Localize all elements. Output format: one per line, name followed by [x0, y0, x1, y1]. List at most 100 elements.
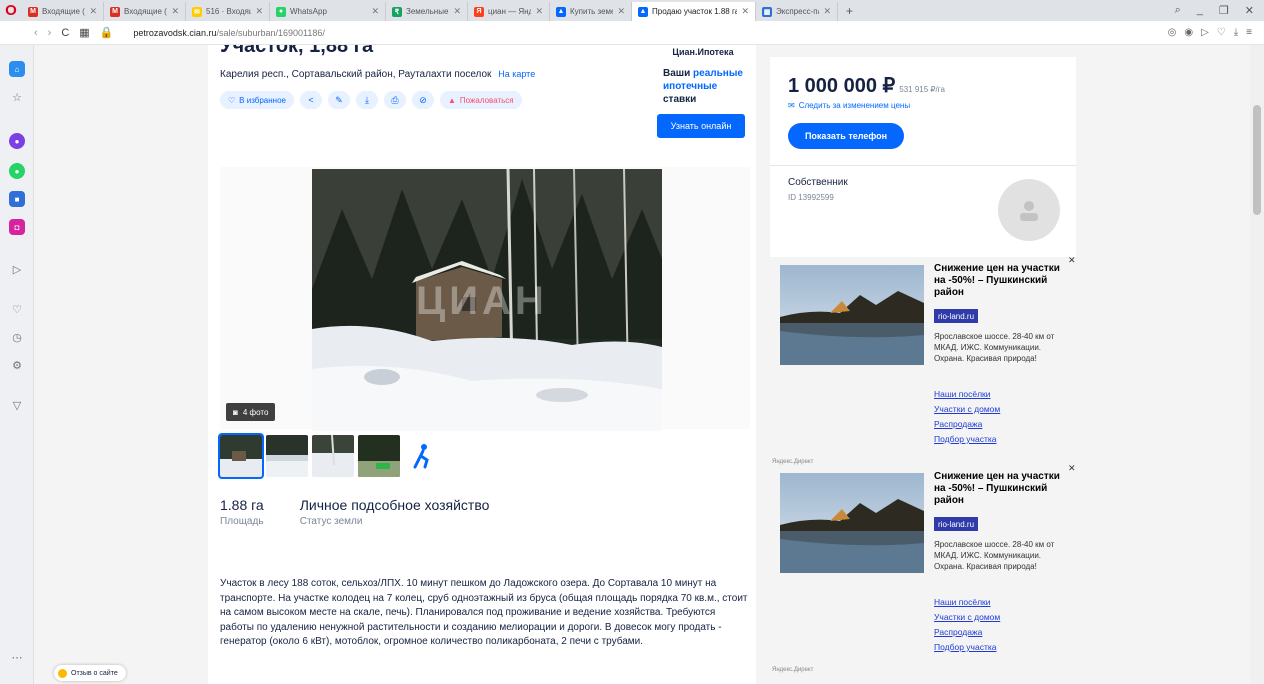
ad-close-icon[interactable]: ✕ [1068, 463, 1076, 474]
messenger-icon[interactable]: ● [9, 133, 25, 149]
report-button[interactable]: ▲ Пожаловаться [440, 91, 522, 109]
url-host: petrozavodsk.cian.ru [133, 27, 217, 38]
ad-text: Ярославское шоссе. 28-40 км от МКАД. ИЖС… [934, 332, 1055, 363]
bookmark-heart-icon[interactable]: ♡ [1217, 27, 1226, 38]
tab-close-icon[interactable]: ✕ [823, 6, 831, 17]
url-field[interactable]: petrozavodsk.cian.ru/sale/suburban/16900… [133, 28, 324, 38]
ad-image[interactable] [780, 265, 924, 365]
address-bar-tools: ◎ ◉ ▷ ♡ ⤓ ≡ [1168, 27, 1264, 38]
tab-close-icon[interactable]: ✕ [89, 6, 97, 17]
downloads-icon[interactable]: ⤓ [1234, 27, 1238, 38]
browser-tab[interactable]: M Входящие (1) - ekspert ✕ [104, 2, 186, 21]
vpn-icon[interactable]: ◉ [1184, 27, 1193, 38]
ad-link[interactable]: Наши посёлки [934, 597, 991, 607]
tab-title: Экспресс-панель [776, 7, 819, 16]
address-bar: ‹ › C ▦ 🔒 petrozavodsk.cian.ru/sale/subu… [0, 21, 1264, 45]
ad-close-icon[interactable]: ✕ [1068, 255, 1076, 266]
tab-close-icon[interactable]: ✕ [255, 6, 263, 17]
ad-link[interactable]: Распродажа [934, 419, 982, 429]
tab-close-icon[interactable]: ✕ [617, 6, 625, 17]
opera-menu-icon[interactable]: O [0, 0, 22, 21]
tab-close-icon[interactable]: ✕ [453, 6, 461, 17]
edit-button[interactable]: ✎ [328, 91, 350, 109]
hide-button[interactable]: ⊘ [412, 91, 434, 109]
maximize-icon[interactable]: ❐ [1219, 4, 1229, 17]
tab-close-icon[interactable]: ✕ [741, 6, 749, 17]
ad-domain[interactable]: rio-land.ru [934, 517, 979, 531]
home-icon[interactable]: ⌂ [9, 61, 25, 77]
reload-icon[interactable]: C [61, 27, 69, 39]
mortgage-logo: Циан.Ипотека [672, 47, 734, 57]
tab-close-icon[interactable]: ✕ [535, 6, 543, 17]
print-button[interactable]: ⎙ [384, 91, 406, 109]
menu-icon[interactable]: ≡ [1246, 27, 1252, 38]
show-phone-button[interactable]: Показать телефон [788, 123, 904, 149]
ad-link[interactable]: Участки с домом [934, 612, 1000, 622]
avatar[interactable] [998, 179, 1060, 241]
vk-icon[interactable]: ■ [9, 191, 25, 207]
ad-title[interactable]: Снижение цен на участки на -50%! – Пушки… [934, 263, 1066, 299]
ad-link[interactable]: Подбор участка [934, 642, 996, 652]
map-link[interactable]: На карте [498, 69, 535, 79]
new-tab-icon[interactable]: + [838, 4, 861, 18]
ad-domain[interactable]: rio-land.ru [934, 309, 979, 323]
browser-tab[interactable]: ▲ Продаю участок 1.88 га ✕ [632, 2, 756, 21]
more-icon[interactable]: ⋯ [9, 649, 25, 665]
tab-close-icon[interactable]: ✕ [371, 6, 379, 17]
camera-icon[interactable]: ◎ [1168, 27, 1177, 38]
photo-count-badge[interactable]: ◙ 4 фото [226, 403, 276, 421]
watch-price-link[interactable]: ✉ Следить за изменением цены [788, 101, 910, 110]
pinboard-icon[interactable]: ▽ [9, 397, 25, 413]
divider [770, 165, 1076, 166]
mortgage-text-1: Ваши [663, 68, 691, 79]
camera-icon: ◙ [233, 407, 238, 417]
tab-favicon: ▲ [638, 6, 648, 17]
feedback-button[interactable]: Отзыв о сайте [54, 665, 126, 681]
settings-icon[interactable]: ⚙ [9, 357, 25, 373]
browser-tab[interactable]: ₹ Земельные участки в ✕ [386, 2, 468, 21]
browser-tab[interactable]: ● WhatsApp ✕ [270, 2, 386, 21]
tab-title: Продаю участок 1.88 га [652, 7, 738, 16]
browser-tab[interactable]: Яциан — Яндекс нашл ✕ [468, 2, 550, 21]
browser-tab[interactable]: M Входящие (893) - dialer ✕ [22, 2, 104, 21]
browser-tab[interactable]: ▦ Экспресс-панель ✕ [756, 2, 838, 21]
thumbnail[interactable] [266, 435, 308, 477]
share-button[interactable]: < [300, 91, 322, 109]
ad-image[interactable] [780, 473, 924, 573]
search-tabs-icon[interactable]: ⌕ [1175, 4, 1181, 17]
player-icon[interactable]: ▷ [9, 261, 25, 277]
ad-link[interactable]: Наши посёлки [934, 389, 991, 399]
panorama-button[interactable] [404, 435, 440, 477]
page-scrollbar[interactable] [1250, 45, 1264, 684]
browser-tab-bar: O M Входящие (893) - dialer ✕ M Входящие (1)… [0, 0, 1264, 21]
price: 1 000 000 ₽531 915 ₽/га [788, 73, 945, 98]
heart-icon[interactable]: ♡ [9, 301, 25, 317]
ad-link[interactable]: Участки с домом [934, 404, 1000, 414]
browser-tab[interactable]: ▲ Купить земельный уча ✕ [550, 2, 632, 21]
ad-title[interactable]: Снижение цен на участки на -50%! – Пушки… [934, 471, 1066, 507]
download-button[interactable]: ⤓ [356, 91, 378, 109]
minimize-icon[interactable]: _ [1197, 4, 1203, 17]
history-icon[interactable]: ◷ [9, 329, 25, 345]
browser-tab[interactable]: ✉ 516 · Входящие — Янд ✕ [186, 2, 270, 21]
close-window-icon[interactable]: ✕ [1245, 4, 1254, 17]
tab-close-icon[interactable]: ✕ [171, 6, 179, 17]
ad-link[interactable]: Распродажа [934, 627, 982, 637]
whatsapp-icon[interactable]: ● [9, 163, 25, 179]
share-icon: < [308, 95, 314, 105]
thumbnail[interactable] [312, 435, 354, 477]
star-icon[interactable]: ☆ [9, 89, 25, 105]
thumbnail[interactable] [358, 435, 400, 477]
back-icon[interactable]: ‹ [34, 27, 38, 39]
flow-icon[interactable]: ▷ [1201, 27, 1209, 38]
land-status-label: Статус земли [299, 516, 363, 527]
scrollbar-thumb[interactable] [1253, 105, 1261, 215]
main-photo[interactable]: ЦИАН [312, 169, 662, 431]
mortgage-button[interactable]: Узнать онлайн [657, 114, 745, 138]
speed-dial-icon[interactable]: ▦ [79, 26, 89, 39]
ad-link[interactable]: Подбор участка [934, 434, 996, 444]
instagram-icon[interactable]: ◘ [9, 219, 25, 235]
thumbnail[interactable] [218, 433, 264, 479]
forward-icon[interactable]: › [48, 27, 52, 39]
favorite-button[interactable]: ♡ В избранное [220, 91, 294, 109]
